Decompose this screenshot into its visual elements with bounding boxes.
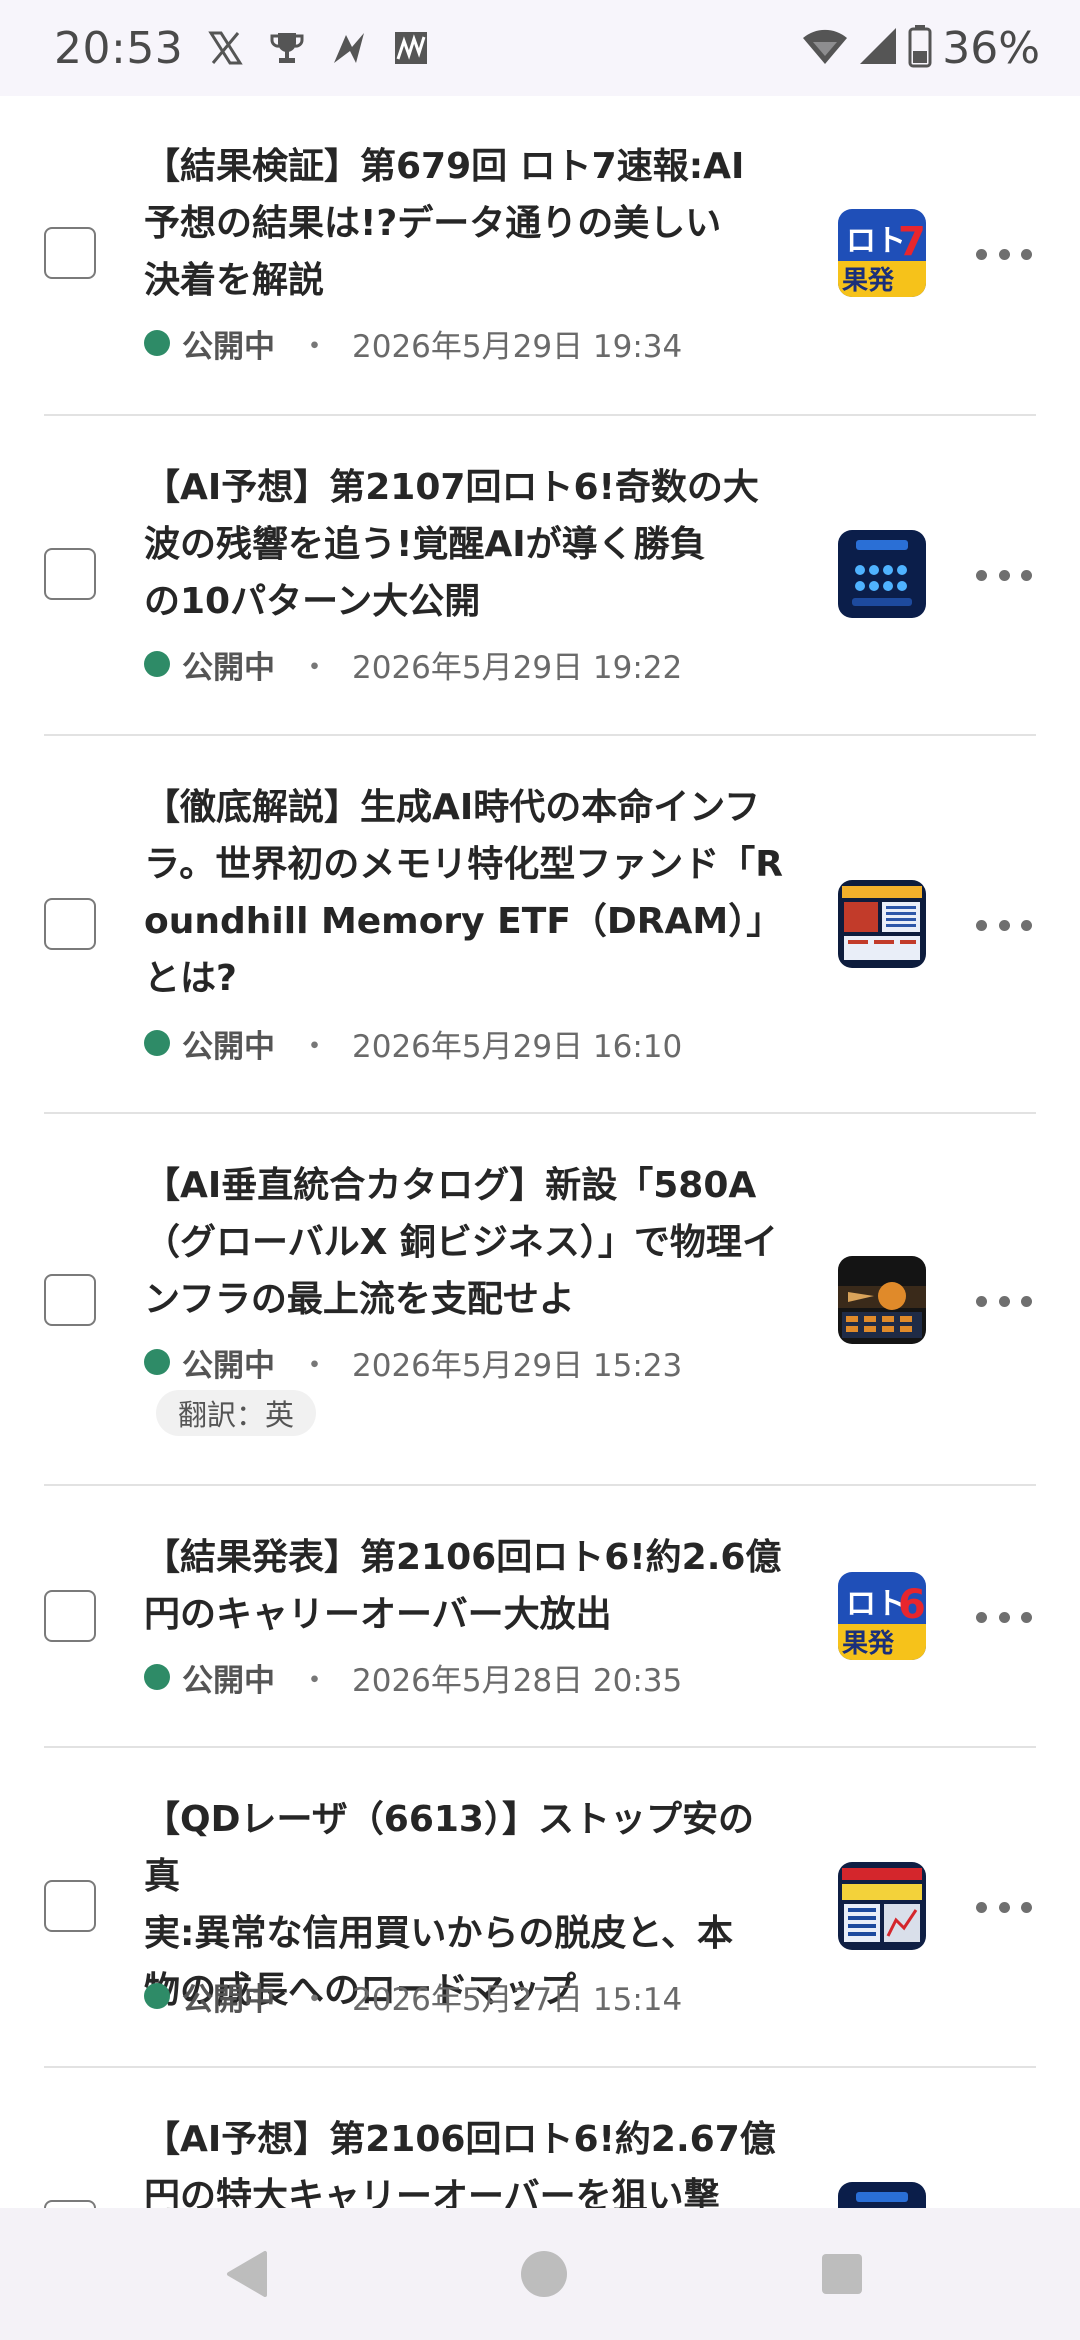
- published-dot-icon: [144, 1030, 170, 1056]
- more-options-icon[interactable]: [976, 560, 1032, 590]
- article-meta: 公開中 ・ 2026年5月28日 20:35: [144, 1656, 683, 1699]
- published-dot-icon: [144, 1664, 170, 1690]
- item-divider: [44, 2066, 1036, 2068]
- article-title[interactable]: 【AI予想】第2106回ロト6!約2.67億 円の特大キャリーオーバーを狙い撃: [144, 2111, 784, 2208]
- more-options-icon[interactable]: [976, 1602, 1032, 1632]
- publish-status: 公開中: [182, 1662, 275, 1699]
- publish-status: 公開中: [182, 1981, 275, 2018]
- trophy-icon: [267, 28, 307, 68]
- publish-date: 2026年5月29日 19:34: [352, 328, 683, 365]
- loto7-result-thumbnail[interactable]: ロト 7 果発: [838, 209, 926, 297]
- published-dot-icon: [144, 1349, 170, 1375]
- publish-status: 公開中: [182, 1347, 275, 1384]
- svg-text:ロト: ロト: [846, 1587, 906, 1622]
- system-nav-bar: [0, 2208, 1080, 2340]
- select-checkbox[interactable]: [44, 227, 96, 279]
- select-checkbox[interactable]: [44, 1880, 96, 1932]
- system-status-icons: 36%: [802, 23, 1040, 74]
- article-title[interactable]: 【AI予想】第2107回ロト6!奇数の大 波の残響を追う!覚醒AIが導く勝負 の…: [144, 459, 784, 630]
- article-title[interactable]: 【徹底解説】生成AI時代の本命インフ ラ。世界初のメモリ特化型ファンド「R ou…: [144, 779, 784, 1007]
- select-checkbox[interactable]: [44, 1590, 96, 1642]
- published-dot-icon: [144, 1983, 170, 2009]
- publish-date: 2026年5月29日 16:10: [352, 1028, 683, 1065]
- article-meta: 公開中 ・ 2026年5月29日 19:22: [144, 643, 683, 686]
- publish-status: 公開中: [182, 328, 275, 365]
- memory-etf-thumbnail[interactable]: [838, 880, 926, 968]
- article-meta: 公開中 ・ 2026年5月29日 19:34: [144, 322, 683, 365]
- article-meta: 公開中 ・ 2026年5月27日 15:14: [144, 1975, 683, 2018]
- publish-date: 2026年5月29日 15:23: [352, 1347, 683, 1384]
- copper-business-thumbnail[interactable]: [838, 1256, 926, 1344]
- status-time: 20:53: [54, 22, 184, 74]
- select-checkbox[interactable]: [44, 898, 96, 950]
- published-dot-icon: [144, 651, 170, 677]
- article-meta: 公開中 ・ 2026年5月29日 16:10: [144, 1022, 683, 1065]
- meta-separator: ・: [299, 1347, 330, 1384]
- publish-status: 公開中: [182, 649, 275, 686]
- more-options-icon[interactable]: [976, 910, 1032, 940]
- translation-tag: 翻訳：英: [156, 1390, 317, 1436]
- recents-icon[interactable]: [782, 2208, 902, 2340]
- article-title[interactable]: 【AI垂直統合カタログ】新設「580A （グローバルX 銅ビジネス）」で物理イ …: [144, 1157, 784, 1328]
- item-divider: [44, 414, 1036, 416]
- publish-status: 公開中: [182, 1028, 275, 1065]
- more-options-icon[interactable]: [976, 1892, 1032, 1922]
- meta-separator: ・: [299, 649, 330, 686]
- meta-separator: ・: [299, 1028, 330, 1065]
- article-meta: 公開中 ・ 2026年5月29日 15:23: [144, 1341, 683, 1384]
- app-badge-icon: [329, 28, 369, 68]
- svg-text:6: 6: [898, 1582, 926, 1628]
- select-checkbox[interactable]: [44, 548, 96, 600]
- published-dot-icon: [144, 330, 170, 356]
- home-icon[interactable]: [484, 2208, 604, 2340]
- article-title[interactable]: 【結果発表】第2106回ロト6!約2.6億 円のキャリーオーバー大放出: [144, 1529, 784, 1643]
- item-divider: [44, 1484, 1036, 1486]
- svg-text:7: 7: [898, 219, 926, 265]
- publish-date: 2026年5月28日 20:35: [352, 1662, 683, 1699]
- publish-date: 2026年5月29日 19:22: [352, 649, 683, 686]
- battery-icon: [908, 24, 932, 72]
- back-icon[interactable]: [186, 2208, 306, 2340]
- select-checkbox[interactable]: [44, 1274, 96, 1326]
- article-title[interactable]: 【結果検証】第679回 ロト7速報:AI 予想の結果は!?データ通りの美しい 決…: [144, 138, 784, 309]
- item-divider: [44, 734, 1036, 736]
- notification-icons: [205, 28, 431, 68]
- article-list: 【結果検証】第679回 ロト7速報:AI 予想の結果は!?データ通りの美しい 決…: [0, 96, 1080, 2208]
- stock-chart-icon: [391, 28, 431, 68]
- stop-low-thumbnail[interactable]: [838, 1862, 926, 1950]
- select-checkbox[interactable]: [44, 2200, 96, 2208]
- status-bar: 20:53 36%: [0, 0, 1080, 96]
- meta-separator: ・: [299, 1981, 330, 2018]
- loto6-result-thumbnail[interactable]: ロト 6 果発: [838, 1572, 926, 1660]
- meta-separator: ・: [299, 328, 330, 365]
- signal-icon: [858, 26, 898, 70]
- wifi-icon: [802, 26, 848, 70]
- x-logo-icon: [205, 28, 245, 68]
- item-divider: [44, 1746, 1036, 1748]
- item-divider: [44, 1112, 1036, 1114]
- loto6-prediction-thumbnail[interactable]: [838, 2182, 926, 2208]
- more-options-icon[interactable]: [976, 1286, 1032, 1316]
- loto6-prediction-thumbnail[interactable]: [838, 530, 926, 618]
- svg-text:果発: 果発: [842, 1629, 895, 1659]
- battery-percent: 36%: [942, 22, 1040, 74]
- more-options-icon[interactable]: [976, 239, 1032, 269]
- svg-text:ロト: ロト: [846, 224, 906, 259]
- publish-date: 2026年5月27日 15:14: [352, 1981, 683, 2018]
- svg-text:果発: 果発: [842, 266, 895, 296]
- meta-separator: ・: [299, 1662, 330, 1699]
